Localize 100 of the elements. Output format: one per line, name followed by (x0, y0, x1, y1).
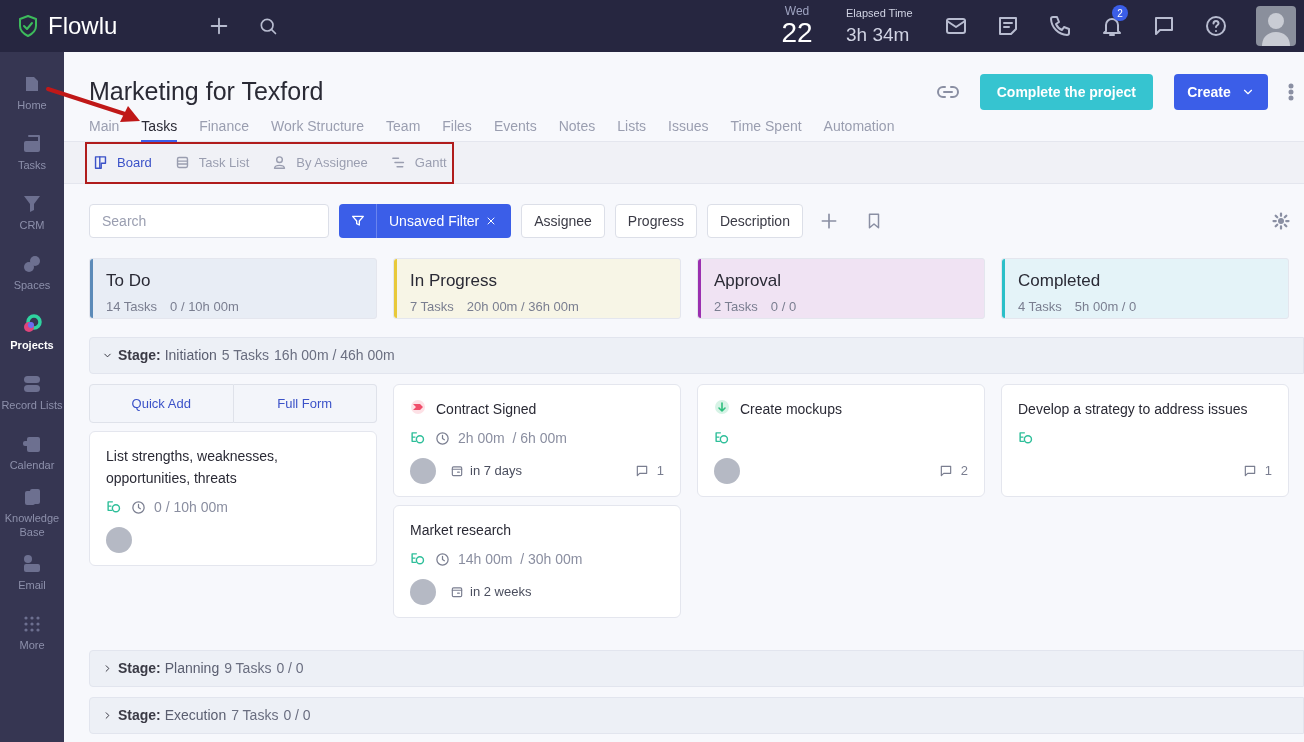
task-count: 5 Tasks (221, 346, 270, 365)
task-title: Market research (410, 521, 512, 540)
tab[interactable]: Automation (823, 118, 895, 142)
tab[interactable]: Files (442, 118, 472, 142)
chat-icon[interactable] (1152, 14, 1176, 38)
sidebar-item[interactable]: Email (0, 542, 64, 602)
logo-shield-icon (16, 14, 40, 38)
sidebar-item[interactable]: Home (0, 62, 64, 122)
filter-icon (349, 213, 366, 229)
task-card[interactable]: Market research 14h 00m / 30h 00m in 2 weeks (393, 505, 681, 618)
task-title: List strengths, weaknesses, opportunities, threats (106, 447, 279, 488)
sidebar-item[interactable]: Tasks (0, 122, 64, 182)
view-tab[interactable]: Board (92, 152, 152, 173)
tab[interactable]: Team (386, 118, 421, 142)
phone-icon[interactable] (1048, 14, 1072, 38)
time-summary: 0 / 0 (276, 659, 304, 678)
task-count: 14 Tasks (106, 297, 158, 316)
task-count: 7 Tasks (410, 297, 454, 316)
filter-chip[interactable]: Progress (614, 204, 697, 238)
clock-icon (435, 430, 450, 446)
tab[interactable]: Main (89, 118, 120, 142)
time-summary: 0 / 0 (283, 706, 311, 725)
task-title: Contract Signed (436, 400, 537, 419)
sidebar-item[interactable]: Spaces (0, 242, 64, 302)
task-count: 7 Tasks (231, 706, 279, 725)
task-card[interactable]: Contract Signed 2h 00m / 6h 00m in 7 days 1 (393, 384, 681, 497)
time-summary: 5h 00m / 0 (1074, 297, 1137, 316)
help-icon[interactable] (1204, 14, 1228, 38)
sidebar-item[interactable]: Knowledge Base (0, 482, 64, 542)
full-form-button[interactable]: Full Form (233, 384, 377, 423)
task-card[interactable]: Create mockups 2 (697, 384, 985, 497)
tab[interactable]: Finance (199, 118, 249, 142)
column-title: Approval (714, 270, 783, 292)
stage-header[interactable]: Stage: Execution 7 Tasks 0 / 0 (89, 697, 1304, 734)
comment-icon (938, 464, 953, 478)
filter-chip[interactable]: Assignee (521, 204, 605, 238)
stage-name: Stage: Planning (118, 659, 220, 678)
time-estimate: 0 / 10h 00m (154, 497, 228, 517)
due-date: in 7 days (470, 462, 523, 481)
note-icon[interactable] (996, 14, 1020, 38)
stage-header[interactable]: Stage: Planning 9 Tasks 0 / 0 (89, 650, 1304, 687)
task-count: 2 Tasks (714, 297, 758, 316)
stage-name: Stage: Execution (118, 706, 227, 725)
sidebar-item[interactable]: CRM (0, 182, 64, 242)
stage-header[interactable]: Stage: Initiation 5 Tasks 16h 00m / 46h 00m (89, 337, 1304, 374)
comment-count: 1 (1264, 462, 1272, 481)
sidebar-item[interactable]: Calendar (0, 422, 64, 482)
search-field[interactable]: Search (89, 204, 329, 238)
time-summary: 0 / 10h 00m (170, 297, 239, 316)
tab[interactable]: Events (493, 118, 537, 142)
stage-name: Stage: Initiation (118, 346, 217, 365)
time-summary: 0 / 0 (770, 297, 797, 316)
view-tab[interactable]: Task List (173, 152, 250, 173)
more-vertical-icon[interactable] (1288, 83, 1294, 101)
comment-count: 2 (960, 462, 968, 481)
column-title: In Progress (410, 270, 498, 292)
tab[interactable]: Issues (668, 118, 709, 142)
comment-icon (634, 464, 649, 478)
view-tab[interactable]: By Assignee (271, 152, 368, 173)
due-date: in 2 weeks (470, 583, 532, 602)
column-title: To Do (106, 270, 152, 292)
plus-icon[interactable] (208, 15, 230, 37)
complete-project-button[interactable]: Complete the project (979, 74, 1153, 110)
sidebar-item[interactable]: Projects (0, 302, 64, 362)
unsaved-filter-button[interactable]: Unsaved Filter (339, 204, 512, 238)
quick-add-button[interactable]: Quick Add (89, 384, 234, 423)
assignee-avatar[interactable] (410, 579, 436, 605)
tab[interactable]: Lists (617, 118, 647, 142)
user-avatar[interactable] (1256, 6, 1296, 46)
assignee-avatar[interactable] (410, 458, 436, 484)
assignee-avatar[interactable] (714, 458, 740, 484)
view-tab[interactable]: Gantt (389, 152, 447, 173)
clock-icon (435, 551, 450, 567)
time-summary: 16h 00m / 46h 00m (274, 346, 395, 365)
settings-icon[interactable] (1272, 212, 1290, 230)
notification-badge: 2 (1112, 5, 1128, 21)
elapsed-time-label: Elapsed Time (846, 8, 914, 19)
filter-chip[interactable]: Description (706, 204, 803, 238)
sidebar-item[interactable]: More (0, 602, 64, 662)
project-title: Marketing for Texford (89, 76, 325, 108)
tab[interactable]: Notes (558, 118, 596, 142)
assignee-avatar[interactable] (106, 527, 132, 553)
column-title: Completed (1018, 270, 1102, 292)
tab[interactable]: Tasks (141, 118, 178, 142)
task-count: 4 Tasks (1018, 297, 1062, 316)
elapsed-time-value: 3h 34m (846, 25, 911, 44)
tab[interactable]: Work Structure (270, 118, 365, 142)
search-icon[interactable] (258, 16, 278, 36)
task-card[interactable]: Develop a strategy to address issues 1 (1001, 384, 1289, 497)
clock-icon (131, 499, 146, 515)
task-title: Create mockups (740, 400, 842, 419)
time-summary: 20h 00m / 36h 00m (466, 297, 579, 316)
time-estimate: 14h 00m / 30h 00m (458, 549, 583, 569)
sidebar-item[interactable]: Record Lists (0, 362, 64, 422)
date-label: 22 (781, 19, 813, 47)
board-icon (92, 154, 109, 171)
task-card[interactable]: List strengths, weaknesses, opportunities, threats 0 / 10h 00m (89, 431, 377, 566)
create-button[interactable]: Create (1174, 74, 1268, 110)
comment-count: 1 (656, 462, 664, 481)
tab[interactable]: Time Spent (730, 118, 802, 142)
